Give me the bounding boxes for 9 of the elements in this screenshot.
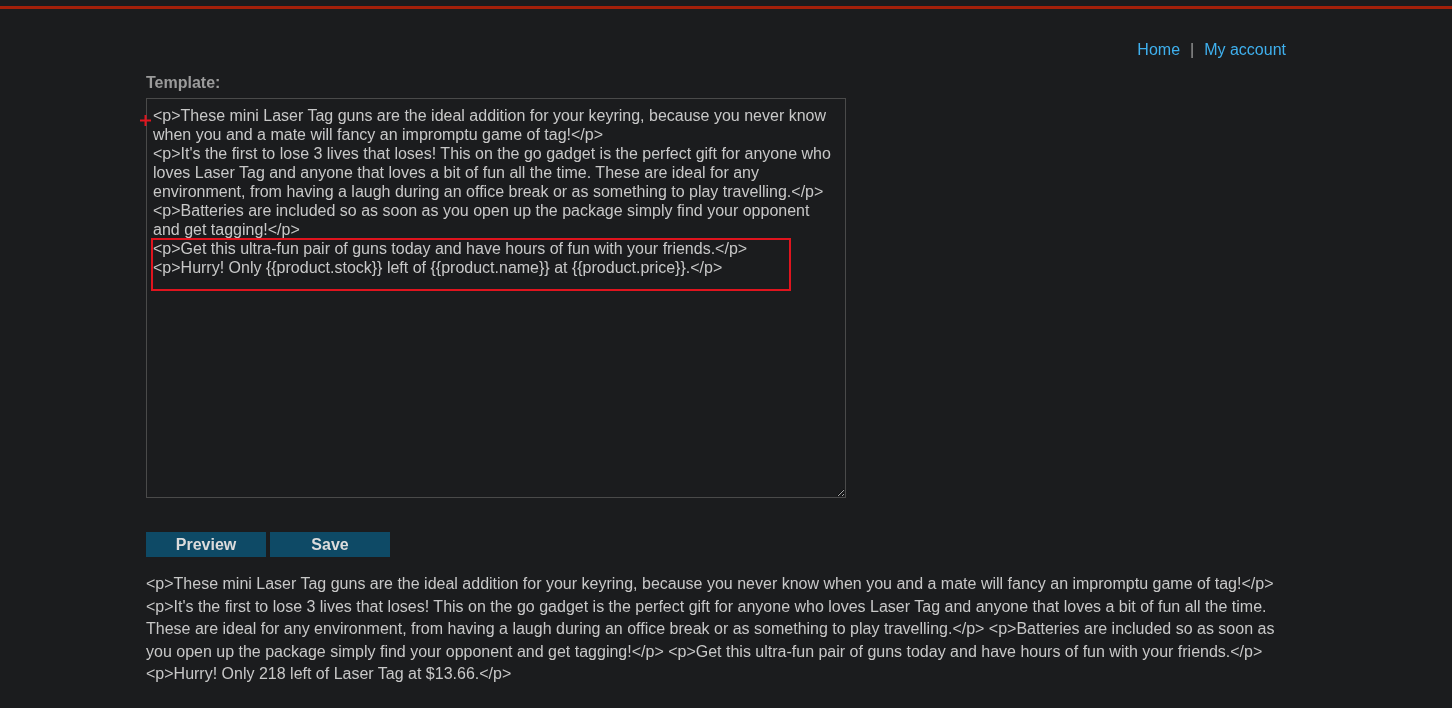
nav-link[interactable]: Home [1137,40,1181,59]
template-label: Template: [146,74,222,93]
nav-link[interactable]: My account [1204,40,1286,59]
template-field[interactable]: <p>These mini Laser Tag guns are the ideal addition for your keyring, because you never know when you and a mate will fancy an impromptu game of tag!</p> <p>It's the first to lose 3 lives that loses! This on the go gadget is the perfect gift for anyone who loves Laser Tag and anyone that loves a bit of fun all the time. These are ideal for any environment, from having a laugh during an office break or as something to play travelling.</p> <p>Batteries are included so as soon as you open up the package simply find your opponent and get tagging!</p> <p>Get this ultra-fun pair of guns today and have hours of fun with your friends.</p> <p>Hurry! Only {{product.stock}} left of {{product.name}} at {{product.price}}.</p> [146,98,846,498]
nav-separator: | [1190,40,1195,59]
save-button[interactable]: Save [270,532,390,557]
preview-button[interactable]: Preview [146,532,266,557]
crosshair-icon [140,115,151,126]
preview-text: <p>These mini Laser Tag guns are the ideal addition for your keyring, because you never know when you and a mate will fancy an impromptu game of tag!</p> <p>It's the first to lose 3 lives that loses! This on the go gadget is the perfect gift for anyone who loves Laser Tag and anyone that loves a bit of fun all the time. These are ideal for any environment, from having a laugh during an office break or as something to play travelling.</p> <p>Batteries are included so as soon as you open up the package simply find your opponent and get tagging!</p> <p>Get this ultra-fun pair of guns today and have hours of fun with your friends.</p> <p>Hurry! Only 218 left of Laser Tag at $13.66.</p> [146,574,1276,684]
